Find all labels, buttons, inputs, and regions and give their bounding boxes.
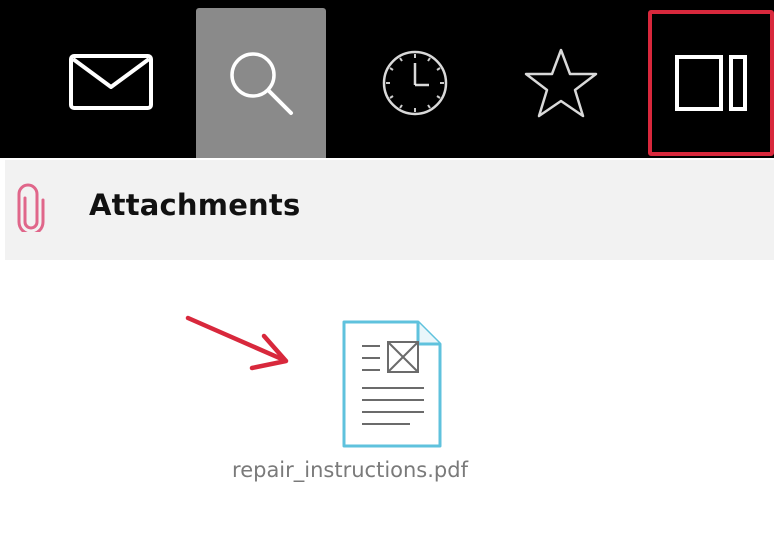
attachment-file-name[interactable]: repair_instructions.pdf [200,458,500,482]
mail-button[interactable] [36,8,186,158]
star-icon [524,48,598,118]
highlight-box [648,10,774,156]
clock-icon [382,50,448,116]
paperclip-icon [17,182,45,236]
attachment-item[interactable]: repair_instructions.pdf [200,318,510,498]
search-button[interactable] [196,8,326,158]
section-title: Attachments [89,188,301,222]
pdf-file-icon [340,318,444,454]
mail-icon [69,54,153,110]
favorites-button[interactable] [496,8,626,158]
recent-button[interactable] [350,8,480,158]
app-page: Attachments repair_instructions.pdf [0,0,774,550]
attachments-header: Attachments [5,160,774,260]
top-toolbar [0,0,774,158]
search-icon [230,52,293,115]
